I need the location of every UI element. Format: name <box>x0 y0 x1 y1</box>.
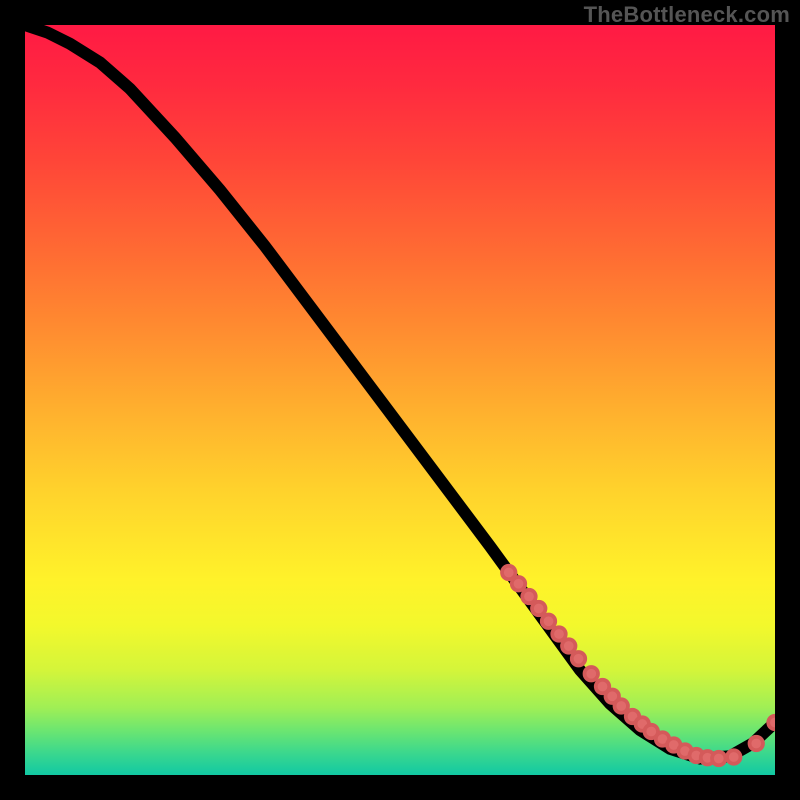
chart-marker <box>768 716 775 730</box>
chart-marker <box>750 737 764 751</box>
chart-marker <box>712 752 726 766</box>
chart-marker <box>512 577 526 591</box>
chart-marker <box>532 602 546 616</box>
chart-marker <box>585 667 599 681</box>
watermark-text: TheBottleneck.com <box>584 2 790 28</box>
chart-container: TheBottleneck.com <box>0 0 800 800</box>
chart-overlay <box>25 25 775 775</box>
chart-marker <box>615 699 629 713</box>
chart-marker <box>727 750 741 764</box>
chart-marker <box>522 590 536 604</box>
chart-line <box>25 25 775 759</box>
chart-marker <box>572 652 586 666</box>
chart-marker <box>552 627 566 641</box>
chart-marker <box>542 615 556 629</box>
chart-marker <box>562 639 576 653</box>
